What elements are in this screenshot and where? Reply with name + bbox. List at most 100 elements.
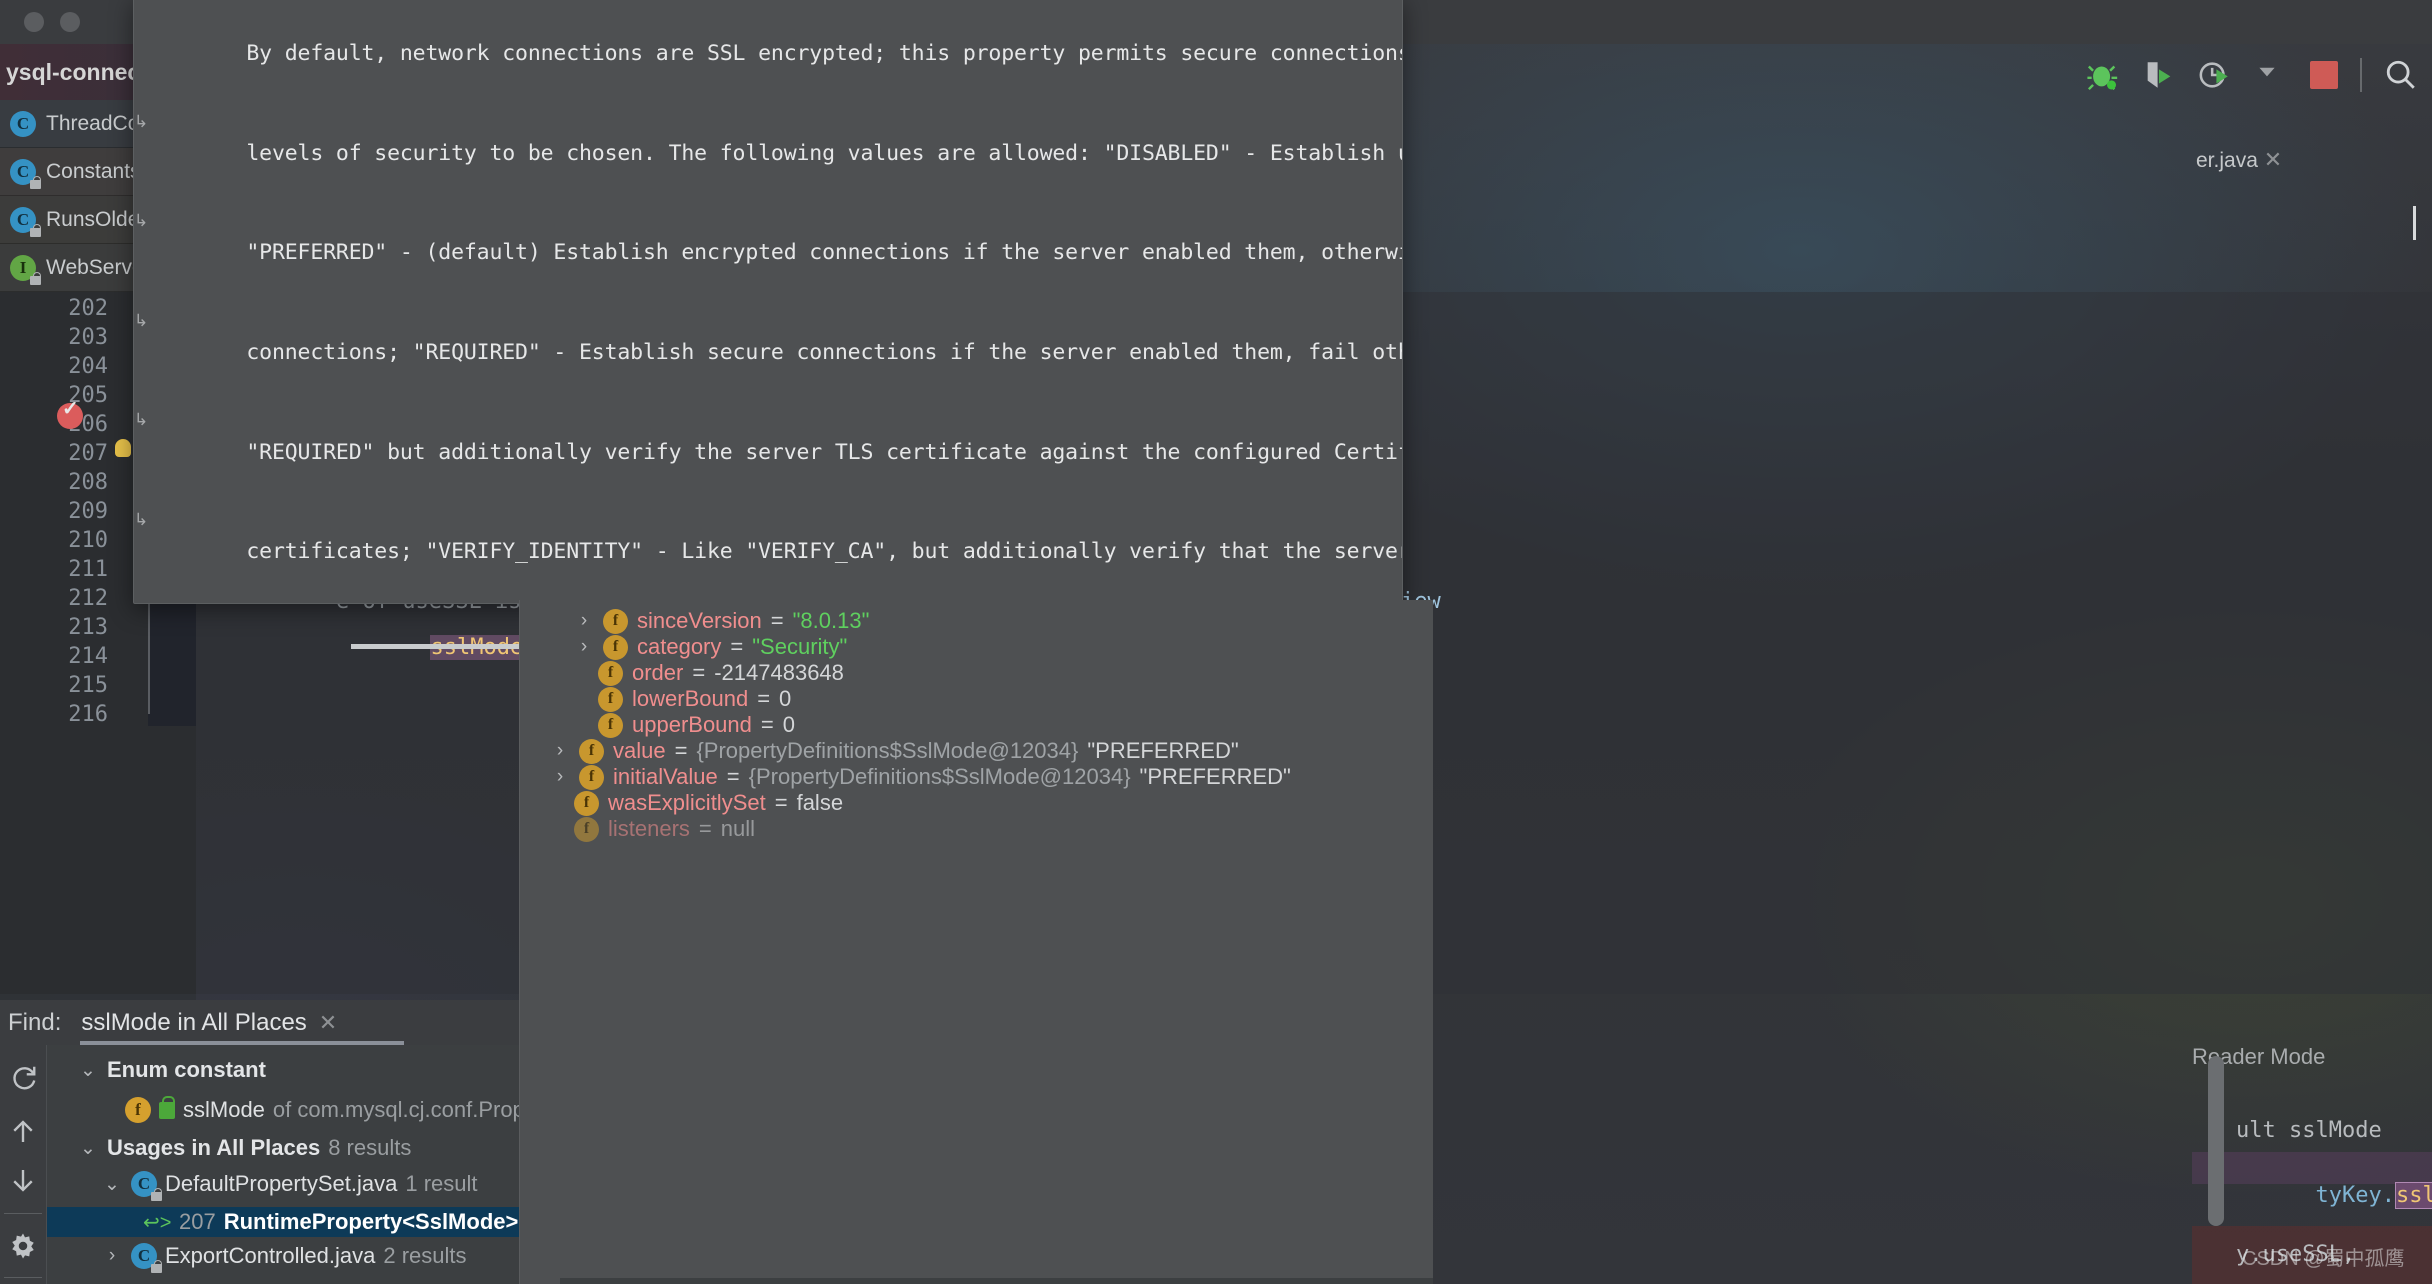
- editor-tab-label: er.java: [2196, 149, 2258, 172]
- editor-scrollbar[interactable]: [2208, 1056, 2224, 1226]
- find-results-tree[interactable]: ⌄ Enum constant f sslMode of com.mysql.c…: [47, 1045, 540, 1284]
- editor-tab-right[interactable]: er.java ✕: [2196, 147, 2282, 173]
- wrap-marker-icon: ↳: [134, 211, 149, 232]
- debugger-variable-row[interactable]: f listeners = null: [520, 816, 1433, 842]
- find-tab[interactable]: sslMode in All Places ✕: [81, 1009, 337, 1037]
- settings-gear-icon[interactable]: [8, 1231, 38, 1261]
- wrap-marker-icon: ↳: [134, 111, 149, 132]
- variable-name: initialValue: [613, 764, 718, 789]
- variable-name: value: [613, 738, 666, 763]
- rerun-icon[interactable]: [8, 1063, 38, 1093]
- variable-value-string: "PREFERRED": [1139, 764, 1291, 789]
- stop-icon[interactable]: [2310, 61, 2338, 89]
- find-file-exportcontrolled[interactable]: › C ExportControlled.java 2 results: [47, 1243, 540, 1273]
- equals-sign: =: [730, 634, 744, 659]
- chevron-right-icon[interactable]: ›: [550, 740, 570, 762]
- watermark-text: CSDN @蜀中孤鹰: [2242, 1248, 2405, 1270]
- next-occurrence-icon[interactable]: [8, 1165, 38, 1195]
- field-icon: f: [125, 1097, 151, 1123]
- variable-value: "8.0.13": [792, 608, 870, 633]
- find-file-defaultpropertyset[interactable]: ⌄ C DefaultPropertySet.java 1 result: [47, 1171, 540, 1201]
- intention-bulb-icon[interactable]: [115, 439, 131, 457]
- run-toolbar[interactable]: [2086, 46, 2432, 104]
- debug-icon[interactable]: [2086, 58, 2120, 92]
- chevron-down-icon[interactable]: ⌄: [77, 1137, 99, 1160]
- find-group-usages[interactable]: ⌄ Usages in All Places 8 results: [47, 1135, 540, 1161]
- wrap-marker-icon: ↳: [134, 410, 149, 431]
- class-icon: C: [131, 1171, 162, 1201]
- find-group-enum-constant[interactable]: ⌄ Enum constant: [47, 1057, 540, 1083]
- right-editor-preview[interactable]: Reader Mode ult sslMode tyKey.sslMode y.…: [2192, 1044, 2432, 1284]
- chevron-right-icon[interactable]: ›: [574, 636, 594, 658]
- equals-sign: =: [726, 764, 740, 789]
- previous-occurrence-icon[interactable]: [8, 1117, 38, 1147]
- find-result-row-selected[interactable]: ↩> 207 RuntimeProperty<SslMode> sslMode …: [47, 1207, 540, 1237]
- search-icon[interactable]: [2384, 58, 2418, 92]
- chevron-right-icon[interactable]: ›: [550, 766, 570, 788]
- tooltip-line: ↳ "PREFERRED" - (default) Establish encry…: [134, 203, 1402, 303]
- tooltip-line: ↳ certificates; "VERIFY_IDENTITY" - Like …: [134, 502, 1402, 602]
- equals-sign: =: [692, 660, 706, 685]
- chevron-down-icon[interactable]: [2254, 58, 2288, 92]
- close-icon[interactable]: ✕: [2264, 147, 2282, 172]
- find-group-label: Enum constant: [107, 1057, 266, 1082]
- usage-arrow-icon: ↩>: [143, 1211, 172, 1234]
- chevron-right-icon[interactable]: ›: [574, 610, 594, 632]
- debugger-variable-row[interactable]: f wasExplicitlySet = false: [520, 790, 1433, 816]
- run-with-coverage-icon[interactable]: [2142, 58, 2176, 92]
- find-file-count: 1 result: [405, 1171, 478, 1196]
- debugger-variable-row[interactable]: › f category = "Security": [520, 634, 1433, 660]
- tooltip-line-text: "PREFERRED" - (default) Establish encryp…: [246, 240, 1402, 266]
- chevron-right-icon[interactable]: ›: [101, 1245, 123, 1267]
- minimize-window-button[interactable]: [60, 12, 80, 32]
- equals-sign: =: [774, 790, 788, 815]
- interface-icon: I: [10, 254, 41, 285]
- chevron-down-icon[interactable]: ⌄: [101, 1173, 123, 1196]
- debugger-variables-popup[interactable]: › f sinceVersion = "8.0.13" › f category…: [519, 600, 1433, 1284]
- debugger-variable-row[interactable]: › f initialValue = {PropertyDefinitions$…: [520, 764, 1433, 790]
- find-result-line-number: 207: [179, 1209, 216, 1234]
- code-token-propertykey: tyKey.: [2315, 1183, 2395, 1208]
- lock-icon: [30, 223, 41, 237]
- lock-icon: [151, 1188, 162, 1201]
- debugger-variable-row[interactable]: f order = -2147483648: [520, 660, 1433, 686]
- field-icon: f: [598, 660, 623, 686]
- find-result-label: sslMode: [183, 1097, 265, 1122]
- lock-icon: [30, 271, 41, 285]
- debugger-variable-row[interactable]: › f sinceVersion = "8.0.13": [520, 608, 1433, 634]
- debugger-variable-row[interactable]: f lowerBound = 0: [520, 686, 1433, 712]
- find-sidebar-toolbar[interactable]: [0, 1045, 47, 1284]
- line-number: 216: [68, 702, 108, 727]
- line-number: 215: [68, 673, 108, 698]
- find-label: Find:: [8, 1008, 62, 1036]
- close-window-button[interactable]: [24, 12, 44, 32]
- code-token-sslmode-highlight: sslMode: [2394, 1182, 2432, 1209]
- variable-name: sinceVersion: [637, 608, 762, 633]
- variable-value-object: {PropertyDefinitions$SslMode@12034}: [696, 738, 1079, 763]
- variable-value: false: [796, 790, 844, 815]
- line-number: 208: [68, 470, 108, 495]
- variable-name: wasExplicitlySet: [608, 790, 766, 815]
- chevron-down-icon[interactable]: ⌄: [77, 1059, 99, 1082]
- variable-value: null: [720, 816, 756, 841]
- tooltip-text-body: By default, network connections are SSL …: [134, 4, 1402, 603]
- find-sidebar-divider: [4, 1213, 42, 1214]
- variable-name: upperBound: [632, 712, 752, 737]
- debugger-variable-row[interactable]: f upperBound = 0: [520, 712, 1433, 738]
- variable-value-object: {PropertyDefinitions$SslMode@12034}: [748, 764, 1131, 789]
- profile-icon[interactable]: [2198, 58, 2232, 92]
- reader-mode-label-bottom: Reader Mode: [2192, 1044, 2326, 1069]
- equals-sign: =: [770, 608, 784, 633]
- class-icon: C: [131, 1243, 162, 1273]
- close-icon[interactable]: ✕: [319, 1010, 337, 1036]
- window-traffic-lights[interactable]: [24, 12, 80, 32]
- line-number: 202: [68, 296, 108, 321]
- line-number: 203: [68, 325, 108, 350]
- line-number: 209: [68, 499, 108, 524]
- debugger-variable-row[interactable]: › f value = {PropertyDefinitions$SslMode…: [520, 738, 1433, 764]
- line-number: 212: [68, 586, 108, 611]
- field-icon: f: [603, 634, 628, 660]
- toolbar-divider: [2360, 58, 2362, 92]
- documentation-tooltip: By default, network connections are SSL …: [133, 0, 1403, 604]
- find-result-sslmode-declaration[interactable]: f sslMode of com.mysql.cj.conf.PropertyK…: [47, 1095, 540, 1123]
